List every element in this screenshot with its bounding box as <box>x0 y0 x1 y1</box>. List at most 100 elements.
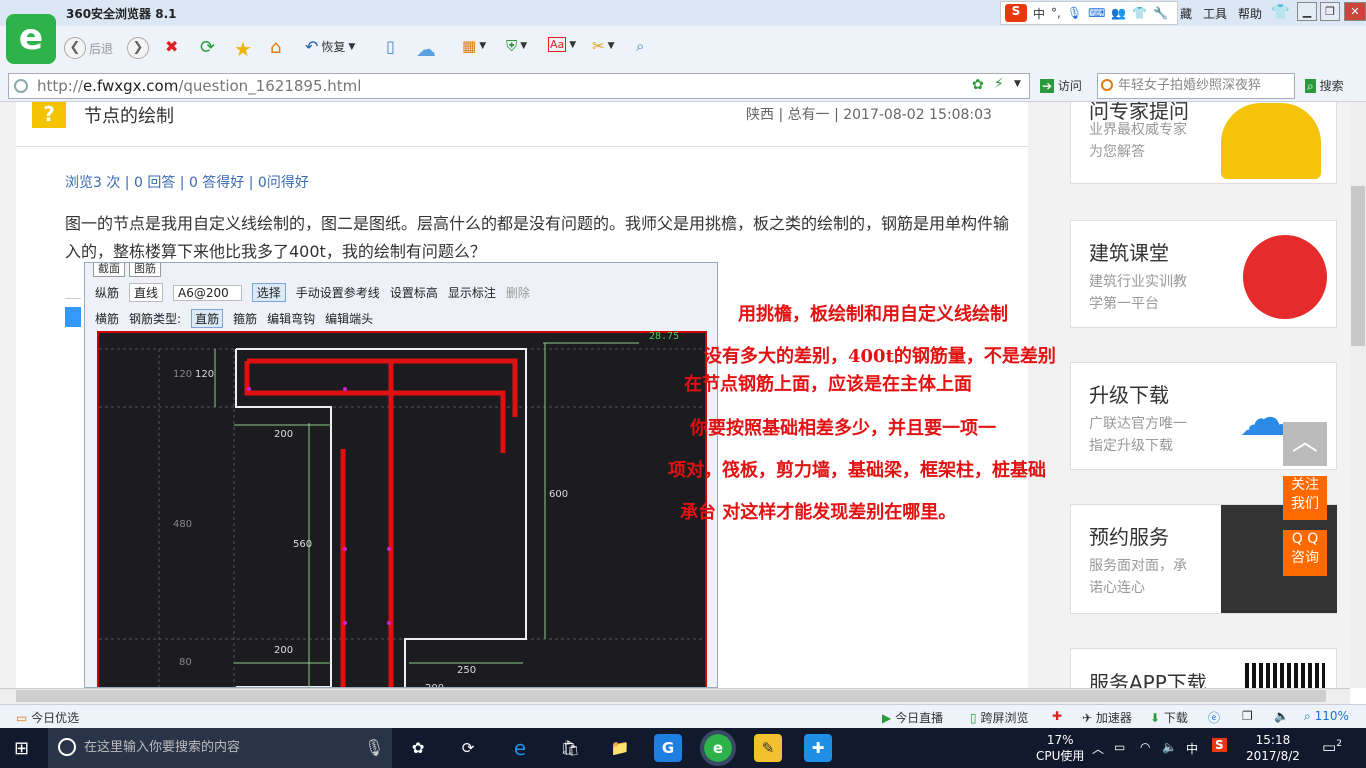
security-button[interactable]: ⛨ ▼ <box>506 37 527 55</box>
float-qq-button[interactable]: Q Q 咨询 <box>1283 530 1327 576</box>
favorite-button[interactable]: ★ <box>234 37 252 61</box>
menu-help[interactable]: 帮助 <box>1238 5 1262 22</box>
download-link[interactable]: ⬇ 下载 <box>1150 709 1188 726</box>
horizontal-scroll-thumb[interactable] <box>16 690 1326 702</box>
ime-toolbar[interactable]: S 中 °, 🎙 ⌨ 👥 👕 🔧 <box>1000 1 1178 25</box>
menu-favorites-partial[interactable]: 藏 <box>1180 5 1192 22</box>
minimize-button[interactable]: ▁ <box>1297 2 1317 21</box>
taskbar-360-icon[interactable]: e <box>700 730 736 766</box>
volume-icon[interactable]: 🔈 <box>1274 709 1289 723</box>
taskbar-g-icon[interactable]: G <box>654 734 682 762</box>
refresh-button[interactable]: ⟳ <box>200 37 215 58</box>
delete-button[interactable]: 删除 <box>506 284 530 301</box>
screenshot-button[interactable]: ✂ ▼ <box>592 37 615 55</box>
edit-end-button[interactable]: 编辑端头 <box>325 310 373 327</box>
stop-icon: ✖ <box>165 37 179 56</box>
float-follow-button[interactable]: 关注 我们 <box>1283 476 1327 520</box>
window-icon[interactable]: ❐ <box>1242 709 1253 723</box>
select-tool-button[interactable]: 选择 <box>251 283 286 302</box>
chevron-up-icon[interactable]: ︿ <box>1092 740 1104 757</box>
folder-icon[interactable]: 📁 <box>606 734 634 762</box>
sogou-tray-icon[interactable]: S <box>1212 738 1227 752</box>
taskbar-app-icon[interactable]: ✿ <box>404 734 432 762</box>
back-to-top-button[interactable]: ︿ <box>1283 422 1327 466</box>
forward-icon: ❯ <box>127 37 149 59</box>
ime-mode[interactable]: 中 <box>1033 5 1045 22</box>
edit-hook-button[interactable]: 编辑弯钩 <box>267 310 315 327</box>
health-icon[interactable]: ✚ <box>1052 709 1062 723</box>
punct-icon[interactable]: °, <box>1051 6 1061 20</box>
store-icon[interactable]: 🛍 <box>556 734 584 762</box>
zoom-button[interactable]: ⌕ <box>636 37 644 55</box>
label-rebar-type: 钢筋类型: <box>129 312 182 326</box>
zoom-level[interactable]: ⌕ 110% <box>1304 709 1349 724</box>
windows-start-icon[interactable]: ⊞ <box>14 738 29 759</box>
card-subtitle: 广联达官方唯一 指定升级下载 <box>1089 416 1187 454</box>
keyboard-icon[interactable]: ⌨ <box>1088 6 1105 20</box>
question-stats[interactable]: 浏览3 次 | 0 回答 | 0 答得好 | 0问得好 <box>65 172 309 192</box>
home-button[interactable]: ⌂ <box>270 37 281 58</box>
set-elevation-button[interactable]: 设置标高 <box>390 284 438 301</box>
apps-button[interactable]: ▦ ▼ <box>462 37 486 55</box>
visit-button[interactable]: ➔ 访问 <box>1040 77 1082 94</box>
straight-bar-button[interactable]: 直筋 <box>191 309 224 328</box>
forward-button[interactable]: ❯ <box>127 37 149 59</box>
question-image[interactable]: 截面 图筋 纵筋 直线 A6@200 选择 手动设置参考线 设置标高 显示标注 … <box>84 262 718 688</box>
show-dims-button[interactable]: 显示标注 <box>448 284 496 301</box>
shirt-icon[interactable]: 👕 <box>1132 6 1147 20</box>
menu-tools[interactable]: 工具 <box>1203 5 1227 22</box>
translate-button[interactable]: Aa ▼ <box>548 37 576 52</box>
tab-rebar[interactable]: 图筋 <box>129 263 161 277</box>
wifi-icon[interactable]: ◠ <box>1140 740 1150 754</box>
address-bar[interactable]: http://e.fwxgx.com/question_1621895.html <box>8 73 1030 99</box>
search-button[interactable]: ⌕ 搜索 <box>1305 77 1344 94</box>
taskbar-tool-icon[interactable]: ✚ <box>804 734 832 762</box>
lightning-icon[interactable]: ⚡ <box>994 76 1004 92</box>
select-line-type[interactable]: 直线 <box>129 283 164 302</box>
taskbar-search[interactable]: 在这里输入你要搜索的内容 <box>48 728 392 768</box>
skin-icon[interactable]: 👕 <box>1271 3 1290 21</box>
cortana-icon[interactable] <box>58 738 76 756</box>
wrench-icon[interactable]: 🔧 <box>1153 6 1168 20</box>
card-ask-expert[interactable]: 问专家提问 业界最权威专家 为您解答 <box>1070 102 1337 184</box>
tab-section[interactable]: 截面 <box>93 263 125 277</box>
card-app[interactable]: 服务APP下载 <box>1070 648 1337 688</box>
mic-icon[interactable]: 🎙 <box>1067 6 1082 20</box>
accelerator-link[interactable]: ✈ 加速器 <box>1082 709 1132 726</box>
taskbar-browser-icon[interactable]: ⟳ <box>454 734 482 762</box>
clock[interactable]: 15:18 2017/8/2 <box>1246 732 1300 764</box>
back-button[interactable]: ❮ 后退 <box>64 37 113 59</box>
vertical-scroll-thumb[interactable] <box>1351 186 1365 346</box>
select-spec[interactable]: A6@200 <box>173 284 242 301</box>
stirrup-button[interactable]: 箍筋 <box>233 310 257 327</box>
edge-icon[interactable]: e <box>506 734 534 762</box>
notification-icon[interactable]: ▭2 <box>1322 738 1342 756</box>
cross-screen-link[interactable]: ▯ 跨屏浏览 <box>970 709 1028 726</box>
cpu-meter[interactable]: 17% CPU使用 <box>1036 732 1084 764</box>
user-icon[interactable]: 👥 <box>1111 6 1126 20</box>
taskbar-notes-icon[interactable]: ✎ <box>754 734 782 762</box>
card-title: 建筑课堂 <box>1089 241 1169 265</box>
safe-icon[interactable]: ✿ <box>972 77 984 93</box>
ie-icon[interactable]: ⓔ <box>1208 709 1220 726</box>
cad-canvas[interactable]: 28.75 120 120 200 480 560 600 80 200 250… <box>97 331 707 687</box>
ime-indicator[interactable]: 中 <box>1186 740 1198 757</box>
battery-icon[interactable]: ▭ <box>1114 740 1125 754</box>
stop-button[interactable]: ✖ <box>165 37 178 56</box>
home-icon: ⌂ <box>270 37 282 58</box>
dropdown-icon[interactable]: ▼ <box>1014 79 1021 89</box>
mic-icon[interactable]: 🎙 <box>364 738 384 757</box>
cloud-button[interactable]: ☁ <box>416 37 436 61</box>
browser-logo[interactable]: e <box>6 14 56 64</box>
close-button[interactable]: ✕ <box>1344 2 1366 21</box>
card-course[interactable]: 建筑课堂 建筑行业实训教 学第一平台 <box>1070 220 1337 328</box>
live-link[interactable]: ▶ 今日直播 <box>882 709 943 726</box>
search-input[interactable]: 年轻女子拍婚纱照深夜猝 <box>1097 73 1295 99</box>
restore-button[interactable]: ❐ <box>1320 2 1340 21</box>
restore-tab-button[interactable]: ↶ 恢复 ▼ <box>305 37 355 56</box>
mobile-button[interactable]: ▯ <box>386 37 395 56</box>
speaker-icon[interactable]: 🔈 <box>1162 740 1177 754</box>
ref-line-button[interactable]: 手动设置参考线 <box>296 284 380 301</box>
today-picks-link[interactable]: ▭ 今日优选 <box>16 709 79 726</box>
sogou-icon[interactable]: S <box>1005 4 1027 22</box>
